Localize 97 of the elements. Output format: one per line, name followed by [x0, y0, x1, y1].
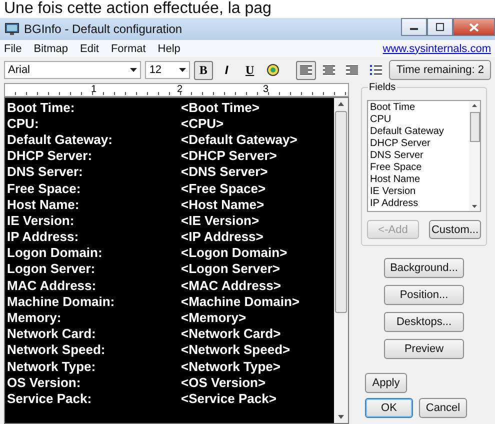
list-item[interactable]: Free Space	[370, 162, 467, 174]
up-arrow-icon	[471, 103, 478, 108]
bold-button[interactable]: B	[194, 60, 213, 80]
dropdown-arrow-icon	[130, 68, 138, 72]
menu-item[interactable]: Help	[158, 42, 180, 54]
field-placeholder: <Boot Time>	[181, 100, 260, 115]
field-placeholder: <DNS Server>	[181, 164, 268, 180]
side-button[interactable]: Preview	[384, 339, 464, 359]
field-placeholder: <Host Name>	[181, 196, 264, 212]
field-label: IP Address:	[7, 229, 80, 244]
align-left-icon	[300, 64, 312, 76]
time-remaining-button[interactable]: Time remaining: 2	[389, 60, 491, 80]
underline-button[interactable]: U	[240, 60, 260, 80]
ruler-number: 3	[263, 84, 269, 95]
group-title: Fields	[368, 82, 397, 93]
field-label: Network Speed:	[7, 342, 106, 358]
field-label: Memory:	[7, 310, 62, 326]
scroll-thumb[interactable]	[470, 112, 480, 142]
minimize-button[interactable]	[401, 18, 427, 36]
field-label: Boot Time:	[7, 100, 76, 115]
list-item[interactable]: CPU	[370, 114, 467, 126]
list-item[interactable]: Host Name	[370, 174, 467, 186]
field-label: CPU:	[7, 116, 40, 131]
field-label: Logon Server:	[7, 261, 96, 276]
field-label: DHCP Server:	[7, 148, 94, 164]
menu-item[interactable]: Edit	[80, 42, 99, 54]
ok-button[interactable]: OK	[365, 398, 413, 418]
maximize-button[interactable]	[427, 18, 453, 36]
page-heading: Une fois cette action effectuée, la pag	[3, 0, 272, 18]
ruler-number: 2	[177, 84, 183, 95]
font-size-dropdown[interactable]: 12	[145, 61, 190, 79]
field-placeholder: <Network Card>	[181, 326, 281, 342]
field-placeholder: <IE Version>	[181, 212, 260, 228]
field-placeholder: <Default Gateway>	[181, 132, 298, 147]
field-placeholder: <Machine Domain>	[181, 294, 300, 309]
side-button[interactable]: Background...	[384, 258, 464, 278]
italic-button[interactable]: I	[216, 60, 236, 80]
field-placeholder: <CPU>	[181, 116, 224, 131]
align-right-icon	[346, 64, 358, 76]
align-left-button[interactable]	[296, 60, 316, 80]
field-label: MAC Address:	[7, 278, 98, 293]
list-item[interactable]: DNS Server	[370, 150, 467, 162]
field-placeholder: <Network Speed>	[181, 342, 290, 358]
field-label: Service Pack:	[7, 390, 93, 406]
scrollbar[interactable]	[469, 101, 480, 211]
field-placeholder: <Memory>	[181, 310, 246, 326]
field-placeholder: <MAC Address>	[181, 278, 281, 293]
menu-item[interactable]: Bitmap	[34, 42, 68, 54]
list-item[interactable]: Boot Time	[370, 102, 467, 114]
maximize-icon	[435, 23, 445, 31]
website-link[interactable]: www.sysinternals.com	[382, 42, 491, 54]
list-item[interactable]: Default Gateway	[370, 126, 467, 138]
cancel-button[interactable]: Cancel	[419, 398, 467, 418]
apply-button[interactable]: Apply	[365, 373, 407, 393]
scroll-thumb[interactable]	[335, 111, 347, 313]
menu-item[interactable]: File	[4, 42, 22, 54]
scrollbar[interactable]	[334, 98, 348, 423]
font-dropdown[interactable]: Arial	[4, 61, 142, 79]
field-label: Machine Domain:	[7, 294, 116, 309]
close-icon	[469, 22, 479, 32]
field-placeholder: <Logon Server>	[181, 261, 280, 276]
list-item[interactable]: IE Version	[370, 186, 467, 198]
field-label: Logon Domain:	[7, 245, 104, 260]
field-label: Default Gateway:	[7, 132, 114, 147]
field-label: Free Space:	[7, 180, 82, 196]
picture-icon	[266, 63, 280, 77]
align-center-icon	[323, 64, 336, 76]
text-editor[interactable]	[4, 97, 349, 424]
field-label: Network Card:	[7, 326, 97, 342]
down-arrow-icon	[337, 414, 345, 420]
bullet-list-icon	[370, 64, 382, 76]
field-placeholder: <Free Space>	[181, 180, 266, 196]
field-label: IE Version:	[7, 212, 76, 228]
field-label: Host Name:	[7, 196, 80, 212]
close-button[interactable]	[453, 18, 495, 36]
down-arrow-icon	[471, 204, 478, 209]
side-button[interactable]: Position...	[384, 285, 464, 305]
field-label: DNS Server:	[7, 164, 84, 180]
dropdown-arrow-icon	[178, 68, 186, 72]
side-button[interactable]: Desktops...	[384, 312, 464, 332]
fields-list[interactable]: Boot Time CPU Default Gateway DHCP Server DNS Server Free Space Host Name IE Version IP Address	[367, 100, 481, 212]
list-item[interactable]: DHCP Server	[370, 138, 467, 150]
field-placeholder: <DHCP Server>	[181, 148, 277, 164]
field-label: OS Version:	[7, 374, 82, 390]
up-arrow-icon	[337, 101, 345, 107]
list-item[interactable]: IP Address	[370, 198, 467, 210]
window-title: BGInfo - Default configuration	[24, 22, 182, 36]
field-placeholder: <Logon Domain>	[181, 245, 288, 260]
field-label: Network Type:	[7, 358, 97, 374]
monitor-icon	[5, 23, 19, 35]
ruler-number: 1	[91, 84, 97, 95]
field-placeholder: <IP Address>	[181, 229, 264, 244]
field-placeholder: <Service Pack>	[181, 390, 276, 406]
field-placeholder: <OS Version>	[181, 374, 266, 390]
custom-button[interactable]: Custom...	[429, 220, 481, 239]
menu-item[interactable]: Format	[110, 42, 146, 54]
field-placeholder: <Network Type>	[181, 358, 280, 374]
